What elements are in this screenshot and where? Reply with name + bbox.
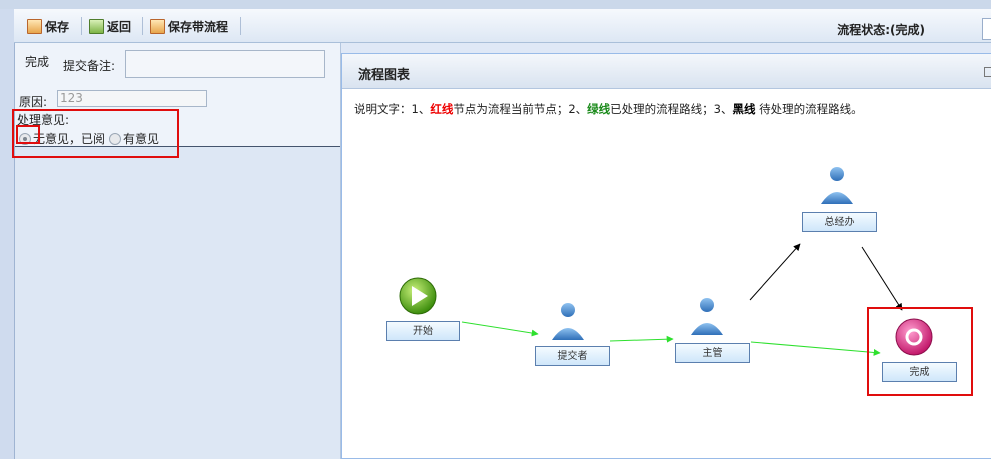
supervisor-person-icon — [691, 298, 723, 335]
current-node-highlight-box — [867, 307, 973, 396]
node-start: 开始 — [386, 321, 460, 341]
save-icon — [27, 18, 42, 34]
remark-textarea[interactable] — [125, 50, 325, 78]
save-flow-label: 保存带流程 — [168, 19, 229, 34]
back-icon — [89, 18, 104, 34]
back-label: 返回 — [107, 19, 132, 34]
save-label: 保存 — [45, 19, 70, 34]
flow-status-text: 流程状态:(完成) — [837, 23, 925, 37]
back-button[interactable]: 返回 — [89, 17, 131, 35]
node-supervisor: 主管 — [675, 343, 750, 363]
toolbar-right-button[interactable] — [982, 18, 991, 40]
remark-row: 完成 提交备注: — [15, 43, 340, 89]
submitter-person-icon — [552, 303, 584, 340]
start-node-icon — [399, 277, 437, 315]
edge-submitter-supervisor — [609, 335, 674, 343]
save-icon — [150, 18, 165, 34]
toolbar-separator — [81, 17, 82, 35]
save-button[interactable]: 保存 — [27, 17, 69, 35]
edge-supervisor-done — [750, 341, 881, 356]
toolbar: 保存 返回 保存带流程 流程状态:(完成) — [14, 9, 991, 43]
flow-diagram — [399, 167, 933, 356]
toolbar-separator — [240, 17, 241, 35]
edge-supervisor-gm — [749, 243, 801, 301]
gm-office-person-icon — [821, 167, 853, 204]
form-panel: 完成 提交备注: 原因: 123 处理意见: 无意见，已阅 有意见 — [15, 43, 341, 459]
node-submitter: 提交者 — [535, 346, 610, 366]
toolbar-separator — [142, 17, 143, 35]
reason-input[interactable]: 123 — [57, 90, 207, 107]
remark-label: 提交备注: — [63, 59, 116, 73]
status-value: 完成 — [25, 55, 50, 69]
reason-label: 原因: — [19, 95, 48, 109]
left-collapsed-strip — [0, 9, 15, 459]
save-with-flow-button[interactable]: 保存带流程 — [150, 17, 228, 35]
radio-highlight-box — [16, 125, 40, 144]
flow-chart-panel: 流程图表 说明文字：1、红线节点为流程当前节点；2、绿线已处理的流程路线；3、黑… — [341, 53, 991, 459]
edge-start-submitter — [461, 321, 539, 337]
edge-gm-done — [861, 246, 903, 311]
node-gm-office: 总经办 — [802, 212, 877, 232]
